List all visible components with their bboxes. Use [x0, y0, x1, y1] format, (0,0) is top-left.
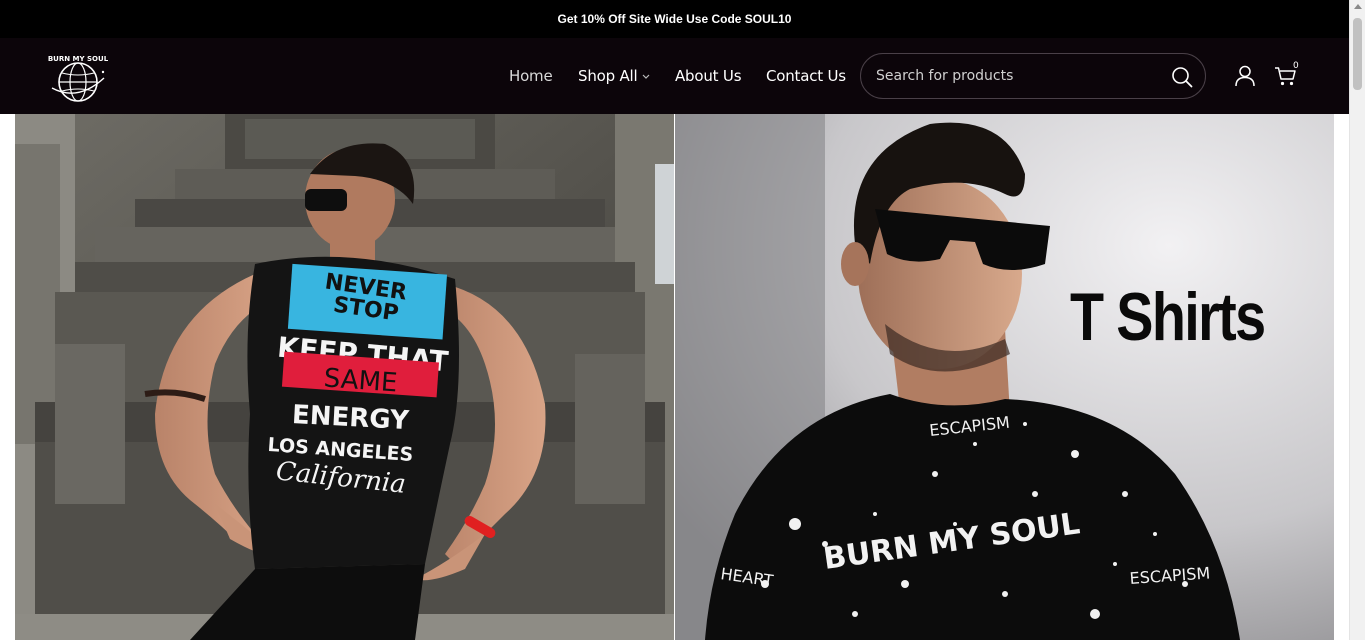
search-form — [860, 53, 1206, 99]
site-header: BURN MY SOUL Home Shop All About Us Cont… — [0, 38, 1349, 114]
shirt-text-energy: ENERGY — [291, 400, 410, 436]
banner-right[interactable]: ESCAPISM BURN MY SOUL HEART ESCAPISM T S… — [675, 114, 1334, 640]
nav-item-shop-all[interactable]: Shop All — [578, 38, 651, 114]
logo-text: BURN MY SOUL — [48, 55, 108, 63]
nav-link-about[interactable]: About Us — [675, 67, 742, 85]
globe-logo-icon: BURN MY SOUL — [48, 55, 109, 102]
nav-item-about[interactable]: About Us — [675, 38, 742, 114]
scroll-thumb[interactable] — [1353, 18, 1362, 90]
shirt-text-same: SAME — [323, 363, 399, 398]
site-logo[interactable]: BURN MY SOUL — [48, 52, 109, 104]
announcement-bar: Get 10% Off Site Wide Use Code SOUL10 — [0, 0, 1349, 38]
nav-item-home[interactable]: Home — [509, 38, 553, 114]
search-input[interactable] — [876, 54, 1166, 98]
announcement-text: Get 10% Off Site Wide Use Code SOUL10 — [557, 12, 792, 26]
banner-right-photo: ESCAPISM BURN MY SOUL HEART ESCAPISM — [675, 114, 1334, 640]
nav-item-contact[interactable]: Contact Us — [766, 38, 846, 114]
nav-link-contact[interactable]: Contact Us — [766, 67, 846, 85]
nav-link-home[interactable]: Home — [509, 67, 553, 85]
cart-count-badge: 0 — [1293, 61, 1299, 71]
search-icon[interactable] — [1171, 66, 1193, 88]
banner-left[interactable]: NEVER STOP KEEP THAT SAME ENERGY LOS ANG… — [15, 114, 674, 640]
scroll-up-arrow-icon[interactable] — [1354, 4, 1362, 9]
nav-link-shop-all[interactable]: Shop All — [578, 67, 638, 85]
user-account-icon[interactable] — [1234, 65, 1256, 87]
chevron-down-icon — [642, 74, 649, 79]
page-scrollbar[interactable] — [1349, 0, 1365, 640]
banner-title-t-shirts: T Shirts — [1070, 279, 1266, 355]
banner-left-photo: NEVER STOP KEEP THAT SAME ENERGY LOS ANG… — [15, 114, 674, 640]
